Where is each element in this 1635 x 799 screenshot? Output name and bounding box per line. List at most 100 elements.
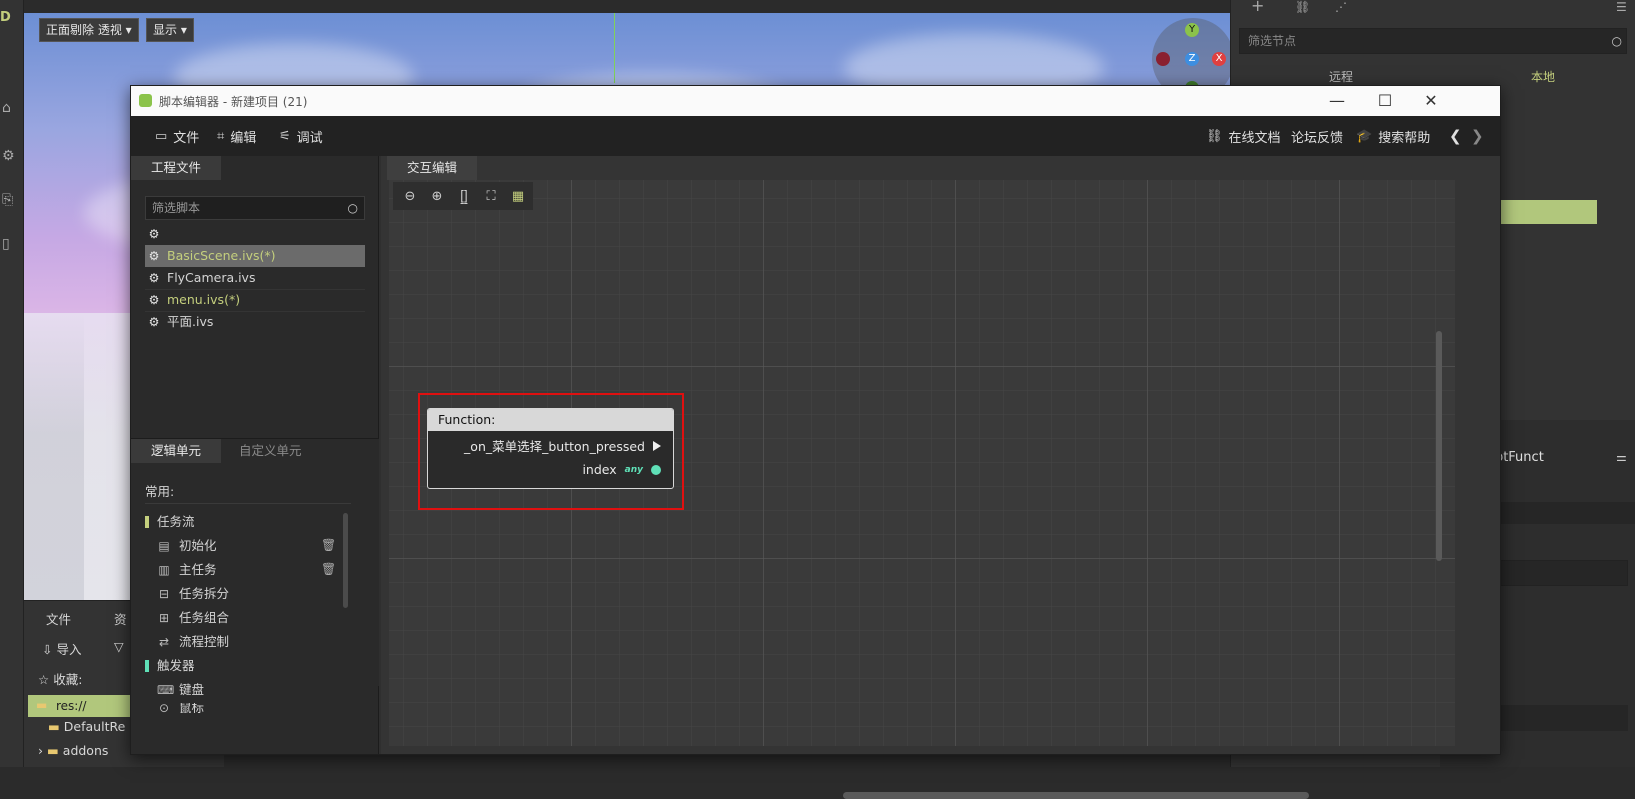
units-panel: 逻辑单元 自定义单元 常用: 任务流 ▤ 初始化 🗑 ▥ 主任务 🗑 ⊟ 任务拆… [131, 438, 379, 713]
folder-icon: ▬ [46, 743, 59, 758]
star-icon: ☆ [38, 672, 50, 687]
folder-addons[interactable]: › ▬ addons [38, 743, 108, 758]
grid-toggle-icon[interactable]: ▦ [509, 189, 527, 204]
flow-icon: ⇄ [158, 635, 170, 649]
unit-category-trigger[interactable]: 触发器 [145, 655, 345, 677]
online-docs-link[interactable]: ⛓ 在线文档 [1206, 127, 1281, 146]
unit-item-combine[interactable]: ⊞ 任务组合 [157, 607, 357, 629]
display-button[interactable]: 显示 ▾ [146, 18, 194, 42]
folder-icon: ▬ [36, 698, 48, 712]
import-icon: ⇩ [42, 642, 53, 657]
maximize-button[interactable]: ☐ [1363, 88, 1407, 114]
add-icon[interactable]: + [1251, 0, 1264, 15]
trash-icon[interactable]: 🗑 [321, 562, 336, 576]
node-filter-input[interactable]: 筛选节点 ○ [1239, 28, 1627, 54]
folder-default[interactable]: ▬ DefaultRe [48, 719, 125, 734]
zoom-reset-icon[interactable]: ⦋⦌ [455, 189, 473, 204]
script-filter-input[interactable]: 筛选脚本 ○ [145, 196, 365, 220]
mouse-icon: ⊙ [158, 703, 170, 713]
filter-icon[interactable]: ▽ [114, 639, 124, 654]
units-scrollbar[interactable] [343, 513, 348, 608]
menu-bar: ▭ 文件 ⌗ 编辑 ⚟ 调试 ⛓ 在线文档 论坛反馈 🎓 搜索帮助 ❮ ❯ [131, 116, 1500, 156]
fullscreen-icon[interactable]: ⛶ [482, 189, 500, 204]
unit-item-keyboard[interactable]: ⌨ 键盘 [157, 679, 357, 701]
nav-back-icon[interactable]: ❮ [1449, 127, 1462, 145]
combine-icon: ⊞ [158, 611, 170, 625]
tab-files[interactable]: 文件 [46, 609, 71, 628]
file-row[interactable]: ⚙ 平面.ivs [145, 311, 365, 333]
type-any-icon: any [624, 464, 643, 475]
category-marker [145, 516, 149, 528]
script-gear-icon: ⚙ [148, 249, 160, 263]
gizmo-y[interactable]: Y [1185, 23, 1199, 37]
function-node[interactable]: Function: _on_菜单选择_button_pressed index … [427, 408, 674, 489]
menu-edit[interactable]: ⌗ 编辑 [217, 127, 256, 146]
crop-icon: ⌗ [217, 129, 225, 144]
nav-forward-icon[interactable]: ❯ [1471, 127, 1484, 145]
view-mode-button[interactable]: 正面剔除 透视 ▾ [39, 18, 139, 42]
search-help-button[interactable]: 🎓 搜索帮助 [1356, 127, 1430, 146]
vertical-scrollbar[interactable] [1436, 331, 1442, 561]
zoom-in-icon[interactable]: ⊕ [428, 189, 446, 204]
script-gear-icon: ⚙ [148, 271, 160, 285]
window-title: 脚本编辑器 - 新建项目 (21) [159, 95, 308, 109]
link-icon[interactable]: ⛓ [1295, 0, 1310, 14]
unit-item-split[interactable]: ⊟ 任务拆分 [157, 583, 357, 605]
import-button[interactable]: ⇩ 导入 [42, 639, 81, 658]
favorites-row[interactable]: ☆ 收藏: [38, 669, 82, 688]
tab-resource[interactable]: 资 [114, 609, 127, 628]
trash-icon[interactable]: 🗑 [321, 538, 336, 552]
file-row[interactable]: ⚙ BasicScene.ivs(*) [145, 245, 365, 267]
forum-link[interactable]: 论坛反馈 [1291, 127, 1343, 146]
tune-icon[interactable]: ⚌ [1616, 450, 1627, 464]
menu-debug[interactable]: ⚟ 调试 [279, 127, 323, 146]
keyboard-icon: ⌨ [157, 683, 175, 697]
window-titlebar[interactable]: 脚本编辑器 - 新建项目 (21) — ☐ ✕ [131, 86, 1500, 116]
search-icon: ○ [1611, 34, 1622, 48]
logo-icon: D [0, 10, 11, 25]
node-output-port[interactable]: _on_菜单选择_button_pressed [464, 436, 661, 455]
gizmo-z[interactable]: Z [1185, 52, 1199, 66]
file-row[interactable]: ⚙ FlyCamera.ivs [145, 267, 365, 289]
node-header[interactable]: Function: [428, 409, 673, 431]
unit-item-flow[interactable]: ⇄ 流程控制 [157, 631, 357, 653]
folder-icon: ▭ [155, 129, 168, 144]
node-icon[interactable]: ⌂ [2, 100, 11, 116]
tab-custom-units[interactable]: 自定义单元 [219, 439, 322, 463]
file-row[interactable]: ⚙ menu.ivs(*) [145, 289, 365, 311]
tab-logic-units[interactable]: 逻辑单元 [131, 439, 222, 463]
tab-project-files[interactable]: 工程文件 [131, 156, 222, 180]
settings-icon[interactable]: ⚙ [2, 148, 15, 164]
unit-item-mouse[interactable]: ⊙ 鼠标 [157, 703, 357, 713]
node-arg-port[interactable]: index any [582, 462, 661, 477]
gizmo-neg-x[interactable] [1156, 52, 1170, 66]
clipboard-icon: ▤ [158, 539, 170, 553]
tab-remote[interactable]: 远程 [1329, 68, 1353, 85]
zoom-out-icon[interactable]: ⊖ [401, 189, 419, 204]
tab-interaction-editor[interactable]: 交互编辑 [387, 156, 478, 180]
tool-icon[interactable]: ⎘ [2, 192, 13, 208]
export-icon[interactable]: ▯ [2, 236, 10, 252]
data-port-dot[interactable] [651, 464, 661, 475]
tab-local[interactable]: 本地 [1531, 68, 1555, 85]
left-toolbar-strip: D ⌂ ⚙ ⎘ ▯ [0, 0, 24, 767]
folder-icon: ▬ [48, 719, 60, 734]
menu-icon[interactable]: ☰ [1616, 0, 1627, 14]
common-label: 常用: [145, 484, 175, 499]
scene-icon[interactable]: ⋰ [1335, 0, 1347, 14]
horizontal-scrollbar[interactable] [843, 792, 1309, 799]
search-icon: ○ [347, 201, 358, 215]
exec-arrow-icon[interactable] [653, 440, 661, 451]
app-icon [139, 94, 152, 107]
close-button[interactable]: ✕ [1409, 88, 1453, 114]
menu-file[interactable]: ▭ 文件 [155, 127, 199, 146]
graduation-cap-icon: 🎓 [1356, 129, 1373, 144]
script-gear-icon: ⚙ [148, 293, 160, 307]
minimize-button[interactable]: — [1315, 88, 1359, 114]
gizmo-x[interactable]: X [1212, 52, 1226, 66]
clipboard-check-icon: ▥ [158, 563, 170, 577]
script-editor-window: 脚本编辑器 - 新建项目 (21) — ☐ ✕ ▭ 文件 ⌗ 编辑 ⚟ 调试 ⛓ 在线文… [130, 85, 1501, 799]
file-row[interactable]: ⚙ [145, 223, 365, 245]
script-gear-icon: ⚙ [148, 227, 160, 241]
unit-category-taskflow[interactable]: 任务流 [145, 511, 345, 533]
